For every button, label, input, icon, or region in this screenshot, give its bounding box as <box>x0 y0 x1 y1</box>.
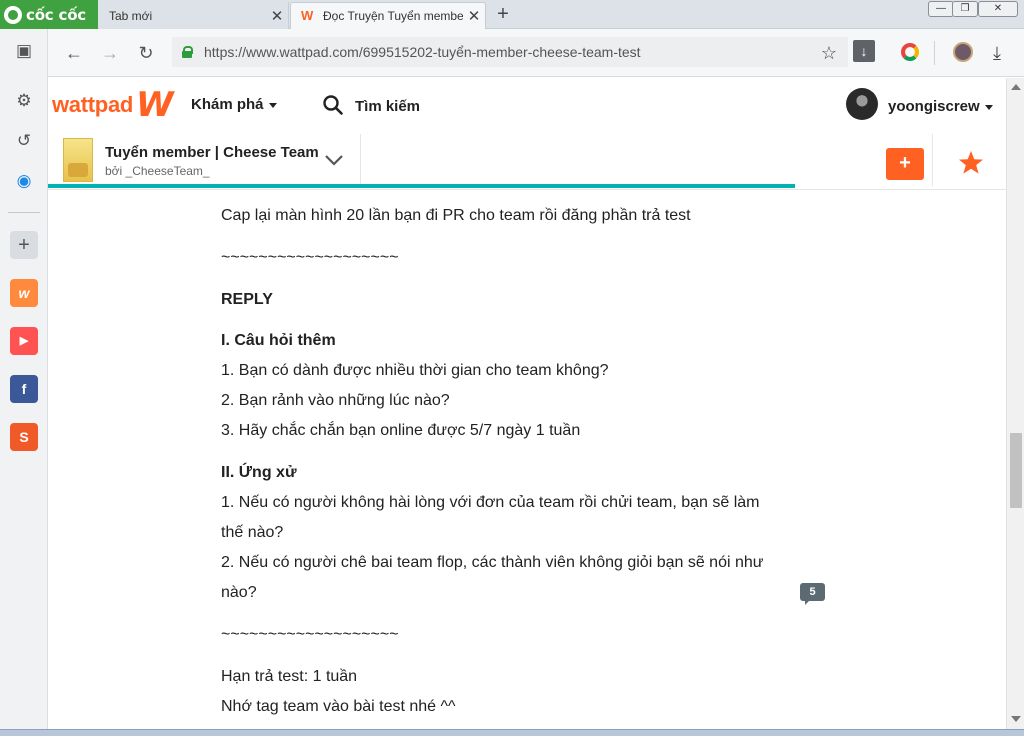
wattpad-wordmark: wattpad <box>52 92 134 117</box>
story-bar: Tuyển member | Cheese Team bởi _CheeseTe… <box>48 134 1006 190</box>
browser-logo[interactable]: cốc cốc <box>0 0 98 29</box>
add-to-library-button[interactable]: + <box>886 148 924 180</box>
gear-icon[interactable]: ⚙ <box>10 87 38 115</box>
shopee-icon[interactable]: S <box>10 423 38 451</box>
paragraph: Nhớ tag team vào bài test nhé ^^ <box>221 698 456 715</box>
minimize-button[interactable]: — <box>928 1 954 17</box>
sidebar-divider <box>8 212 40 213</box>
search-label[interactable]: Tìm kiếm <box>355 98 420 115</box>
paragraph-heading: REPLY <box>221 291 273 308</box>
inline-comment-count[interactable]: 5 <box>800 583 825 605</box>
paragraph: thế nào? <box>221 524 284 541</box>
reload-icon[interactable]: ↻ <box>134 41 158 65</box>
back-icon[interactable]: ← <box>62 41 86 65</box>
downloads-icon[interactable]: ⤓ <box>985 41 1009 65</box>
tab-title: Đọc Truyện Tuyển membe <box>323 9 463 23</box>
wattpad-icon[interactable]: w <box>10 279 38 307</box>
caret-down-icon <box>984 104 993 110</box>
user-menu[interactable]: yoongiscrew <box>888 98 993 115</box>
story-title[interactable]: Tuyển member | Cheese Team <box>105 144 319 161</box>
paragraph-heading: I. Câu hỏi thêm <box>221 332 336 349</box>
paragraph: 3. Hãy chắc chắn bạn online được 5/7 ngà… <box>221 422 581 439</box>
tab-title: Tab mới <box>109 8 153 23</box>
coccoc-logo-icon <box>4 5 22 24</box>
paragraph: Cap lại màn hình 20 lần bạn đi PR cho te… <box>221 207 691 224</box>
add-icon[interactable]: + <box>10 231 38 259</box>
paragraph: ~~~~~~~~~~~~~~~~~~~ <box>221 249 399 266</box>
address-bar[interactable]: https://www.wattpad.com/699515202-tuyển-… <box>172 37 848 67</box>
story-divider <box>360 134 361 186</box>
lock-icon <box>182 46 193 58</box>
tablet-icon[interactable]: ▣ <box>10 37 38 65</box>
bookmark-star-icon[interactable]: ☆ <box>817 41 841 65</box>
toolbar-separator <box>934 41 935 65</box>
close-tab-icon[interactable]: ✕ <box>463 7 485 25</box>
chevron-down-icon[interactable] <box>322 148 346 172</box>
paragraph-heading: II. Ứng xử <box>221 464 297 481</box>
search-icon[interactable] <box>322 94 344 116</box>
wattpad-logo[interactable]: wattpad W <box>52 85 174 125</box>
paragraph: 2. Bạn rảnh vào những lúc nào? <box>221 392 450 409</box>
messenger-icon[interactable]: ◉ <box>10 167 38 195</box>
new-tab-button[interactable]: + <box>491 2 515 28</box>
history-icon[interactable]: ↺ <box>10 127 38 155</box>
facebook-icon[interactable]: f <box>10 375 38 403</box>
browser-toolbar: ← → ↻ https://www.wattpad.com/699515202-… <box>48 29 1024 77</box>
paragraph: ~~~~~~~~~~~~~~~~~~~ <box>221 626 399 643</box>
story-author[interactable]: bởi _CheeseTeam_ <box>105 164 210 178</box>
discover-label: Khám phá <box>191 96 264 113</box>
browser-sidebar: ▣ ⚙ ↺ ◉ + w ▶ f S <box>0 29 48 736</box>
paragraph: nào? <box>221 584 257 601</box>
wattpad-w-icon: W <box>136 85 174 125</box>
profile-avatar-icon[interactable] <box>953 42 973 62</box>
forward-icon[interactable]: → <box>98 41 122 65</box>
paragraph: 1. Nếu có người không hài lòng với đơn c… <box>221 494 760 511</box>
vote-star-icon[interactable] <box>958 150 984 176</box>
close-tab-icon[interactable]: ✕ <box>266 7 288 25</box>
user-avatar[interactable] <box>846 88 878 120</box>
page-scrollbar[interactable] <box>1006 78 1024 736</box>
username: yoongiscrew <box>888 98 980 115</box>
discover-menu[interactable]: Khám phá <box>191 96 277 113</box>
scroll-thumb[interactable] <box>1010 433 1022 508</box>
close-window-button[interactable]: ✕ <box>978 1 1018 17</box>
story-cover[interactable] <box>63 138 93 182</box>
wattpad-favicon-icon: W <box>301 8 314 23</box>
maximize-button[interactable]: ❐ <box>952 1 978 17</box>
scroll-down-arrow-icon[interactable] <box>1011 716 1021 722</box>
url-text[interactable]: https://www.wattpad.com/699515202-tuyển-… <box>204 44 641 60</box>
paragraph: Hạn trả test: 1 tuần <box>221 668 358 685</box>
youtube-icon[interactable]: ▶ <box>10 327 38 355</box>
paragraph: 1. Bạn có dành được nhiều thời gian cho … <box>221 362 609 379</box>
browser-name: cốc cốc <box>26 5 86 24</box>
save-video-icon[interactable]: ↓ <box>853 40 875 62</box>
tab-new[interactable]: Tab mới ✕ <box>99 2 289 29</box>
reading-progress-bar <box>48 184 796 188</box>
paragraph: 2. Nếu có người chê bai team flop, các t… <box>221 554 764 571</box>
tab-strip: cốc cốc Tab mới ✕ W Đọc Truyện Tuyển mem… <box>0 0 1024 29</box>
extension-icon[interactable] <box>901 43 919 61</box>
tab-wattpad[interactable]: W Đọc Truyện Tuyển membe ✕ <box>290 2 486 29</box>
vote-divider <box>932 134 933 186</box>
scroll-up-arrow-icon[interactable] <box>1011 84 1021 90</box>
os-taskbar <box>0 729 1024 736</box>
caret-down-icon <box>268 102 277 108</box>
wattpad-header: wattpad W Khám phá Tìm kiếm yoongiscrew <box>48 78 1006 134</box>
